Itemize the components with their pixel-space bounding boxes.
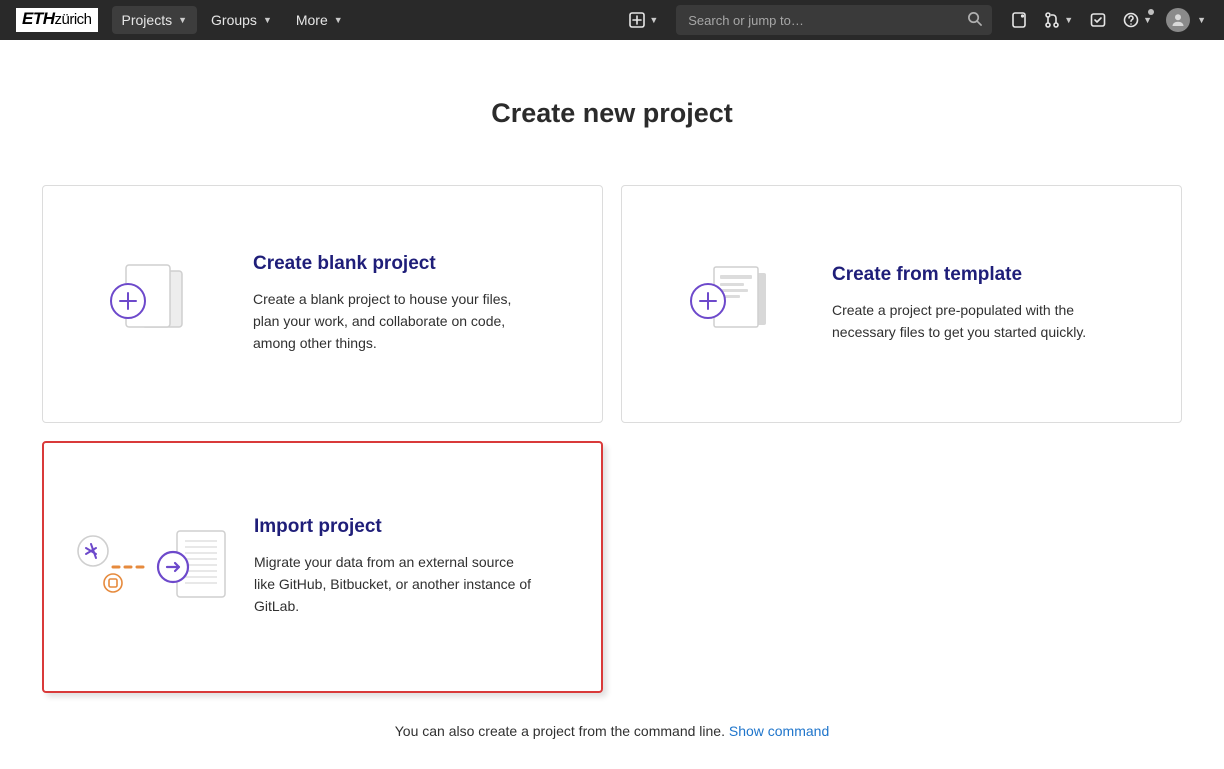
new-menu-button[interactable]: ▼ — [625, 5, 662, 35]
user-menu[interactable]: ▼ — [1160, 5, 1208, 35]
issues-icon[interactable] — [1002, 5, 1036, 35]
card-import-project[interactable]: Import project Migrate your data from an… — [42, 441, 603, 693]
merge-requests-button[interactable]: ▼ — [1040, 5, 1077, 35]
question-icon — [1123, 12, 1139, 28]
nav-more-label: More — [296, 12, 328, 28]
issue-icon — [1011, 12, 1027, 28]
card-template-desc: Create a project pre-populated with the … — [832, 300, 1112, 343]
brand-logo[interactable]: ETHzürich — [16, 8, 98, 32]
page-content: Create new project Create blank project … — [22, 40, 1202, 769]
search-input[interactable] — [676, 5, 992, 35]
card-create-blank[interactable]: Create blank project Create a blank proj… — [42, 185, 603, 423]
chevron-down-icon: ▼ — [263, 15, 272, 25]
person-icon — [1170, 12, 1186, 28]
nav-more[interactable]: More ▼ — [286, 6, 353, 34]
help-button[interactable]: ▼ — [1119, 5, 1156, 35]
nav-groups-label: Groups — [211, 12, 257, 28]
plus-square-icon — [629, 12, 645, 28]
brand-rest: zürich — [55, 11, 92, 28]
nav-projects[interactable]: Projects ▼ — [112, 6, 198, 34]
chevron-down-icon: ▼ — [1197, 15, 1206, 25]
page-title: Create new project — [42, 98, 1182, 129]
card-import-desc: Migrate your data from an external sourc… — [254, 552, 534, 617]
illustration-import — [64, 517, 244, 617]
card-import-title: Import project — [254, 516, 565, 538]
nav-projects-label: Projects — [122, 12, 173, 28]
chevron-down-icon: ▼ — [649, 15, 658, 25]
brand-bold: ETH — [22, 9, 55, 28]
illustration-blank — [63, 261, 243, 347]
avatar — [1166, 8, 1190, 32]
card-template-title: Create from template — [832, 264, 1145, 286]
chevron-down-icon: ▼ — [334, 15, 343, 25]
chevron-down-icon: ▼ — [1143, 15, 1152, 25]
card-create-template[interactable]: Create from template Create a project pr… — [621, 185, 1182, 423]
todos-icon[interactable] — [1081, 5, 1115, 35]
search-wrap — [666, 5, 998, 35]
merge-icon — [1044, 12, 1060, 28]
card-blank-title: Create blank project — [253, 253, 566, 275]
top-navbar: ETHzürich Projects ▼ Groups ▼ More ▼ ▼ ▼… — [0, 0, 1224, 40]
todo-icon — [1090, 12, 1106, 28]
card-blank-desc: Create a blank project to house your fil… — [253, 289, 533, 354]
illustration-template — [642, 261, 822, 347]
project-options-grid: Create blank project Create a blank proj… — [42, 185, 1182, 693]
nav-groups[interactable]: Groups ▼ — [201, 6, 282, 34]
chevron-down-icon: ▼ — [1064, 15, 1073, 25]
chevron-down-icon: ▼ — [178, 15, 187, 25]
